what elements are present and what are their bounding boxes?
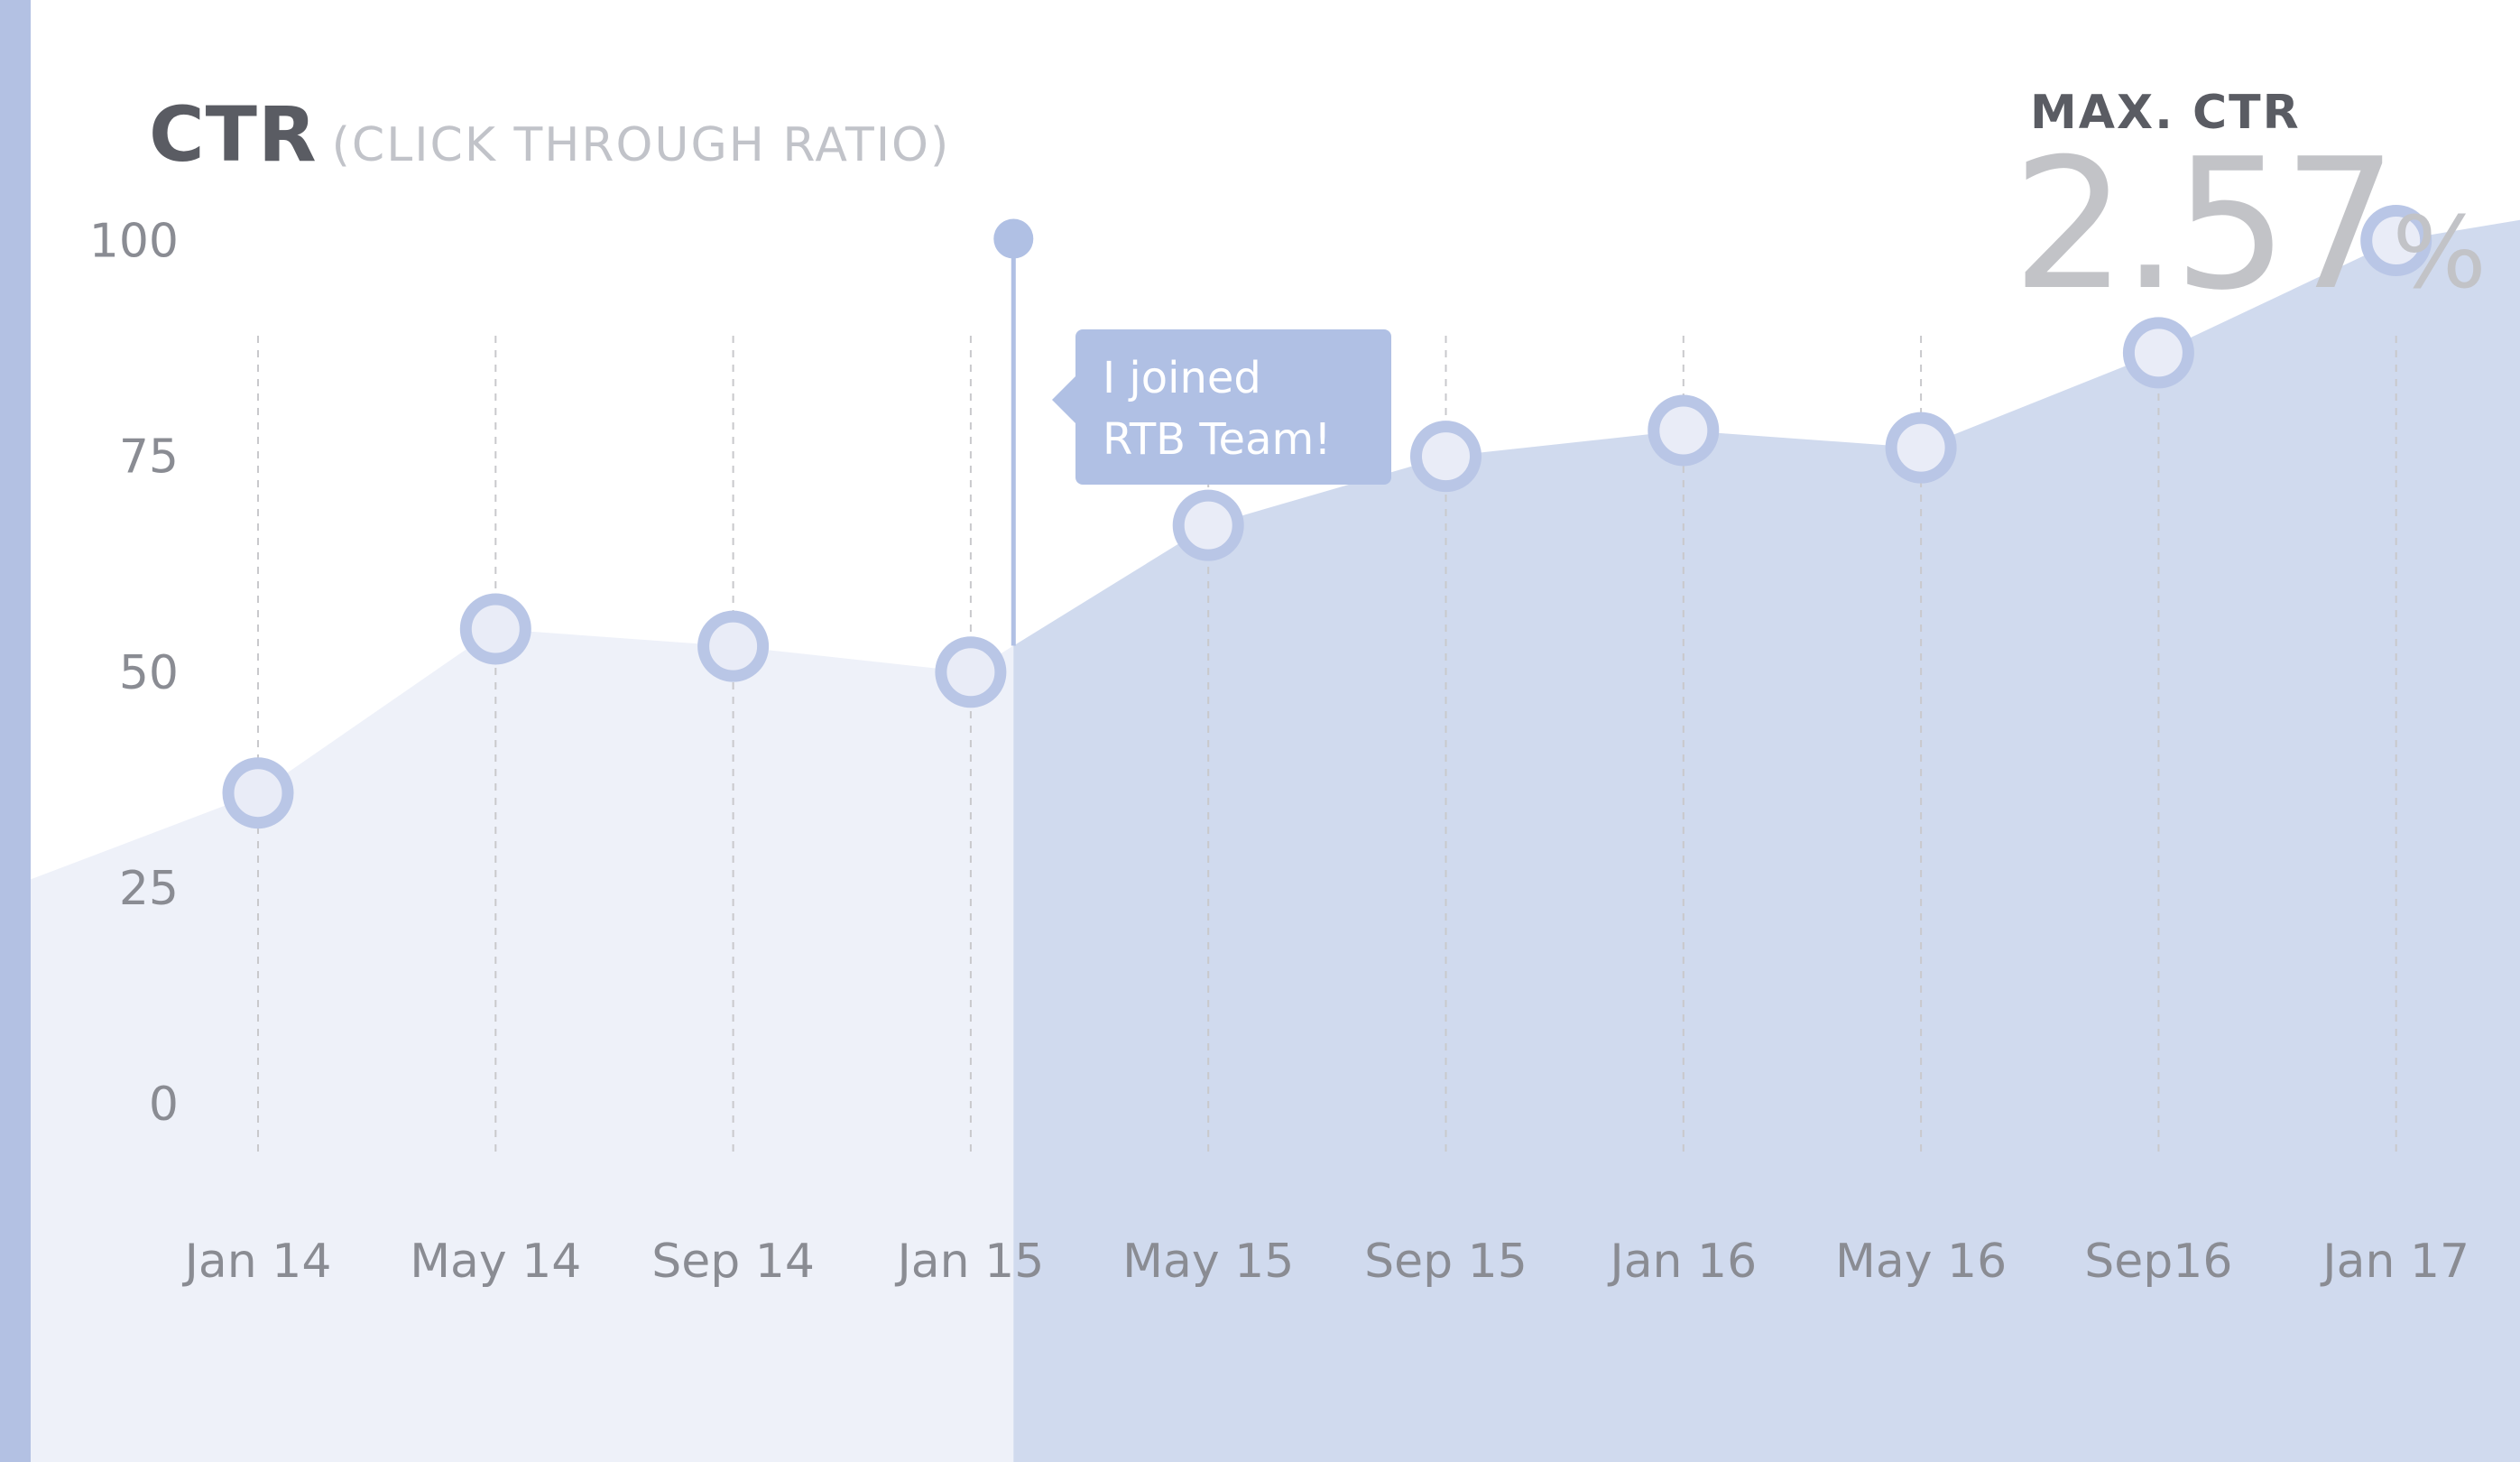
x-tick-label: Jan 14 xyxy=(182,1235,332,1289)
x-tick-label: May 16 xyxy=(1835,1235,2007,1289)
y-tick-label: 0 xyxy=(149,1078,179,1132)
x-tick-label: Sep 14 xyxy=(651,1235,815,1289)
x-tick-label: Sep 15 xyxy=(1364,1235,1528,1289)
annotation-line-1: I joined xyxy=(1103,353,1261,403)
x-tick-label: Jan 16 xyxy=(1607,1235,1757,1289)
data-point xyxy=(935,636,1007,708)
data-point xyxy=(1172,489,1244,561)
data-point xyxy=(222,757,294,829)
data-point xyxy=(1410,421,1482,493)
chart-card: 0 25 50 75 100 Jan 14 May 14 Sep 14 Jan 15 May 1… xyxy=(0,0,2520,1462)
x-tick-label: May 15 xyxy=(1122,1235,1294,1289)
chart-title-subtitle: (CLICK THROUGH RATIO) xyxy=(331,118,951,172)
annotation-callout: I joined RTB Team! xyxy=(1052,329,1391,485)
x-tick-label: Sep16 xyxy=(2084,1235,2232,1289)
event-dot xyxy=(993,218,1034,259)
max-ctr-unit: % xyxy=(2392,195,2487,310)
data-point xyxy=(2122,317,2194,389)
data-point xyxy=(459,593,531,665)
max-ctr-value: 2.57% xyxy=(2012,135,2487,316)
data-point xyxy=(697,610,770,682)
annotation-line-2: RTB Team! xyxy=(1103,414,1332,465)
chart-title-main: CTR xyxy=(149,90,318,179)
max-ctr-number: 2.57 xyxy=(2012,120,2397,330)
x-tick-label: Jan 17 xyxy=(2320,1235,2469,1289)
x-tick-label: May 14 xyxy=(410,1235,581,1289)
y-tick-label: 75 xyxy=(119,430,179,485)
y-tick-label: 50 xyxy=(119,646,179,700)
data-point xyxy=(1648,394,1720,467)
data-point xyxy=(1885,412,1957,484)
y-tick-label: 25 xyxy=(119,862,179,916)
chart-title: CTR (CLICK THROUGH RATIO) xyxy=(149,90,950,179)
x-tick-label: Jan 15 xyxy=(894,1235,1044,1289)
y-tick-label: 100 xyxy=(89,215,179,269)
